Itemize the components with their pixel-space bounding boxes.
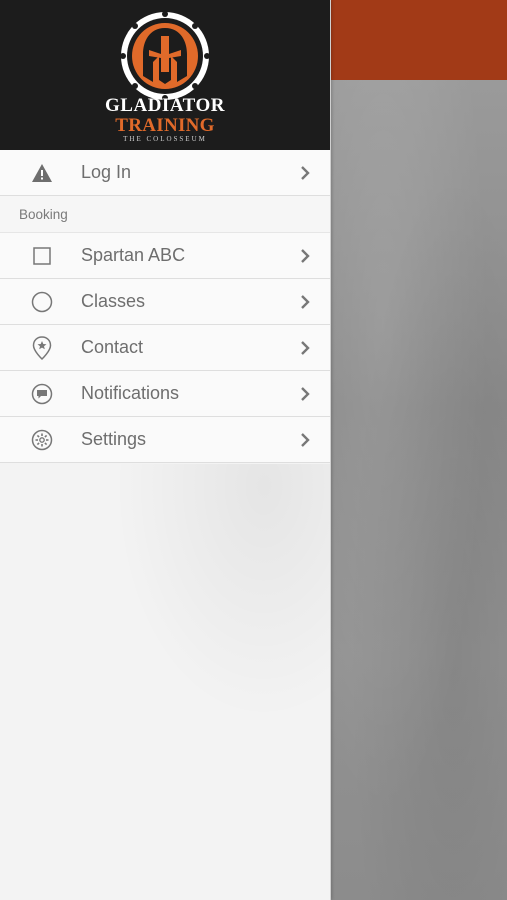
chevron-right-icon — [301, 248, 310, 263]
menu-item-contact[interactable]: Contact — [0, 325, 330, 371]
logo-header: GLADIATOR TRAINING THE COLOSSEUM — [0, 0, 330, 150]
background-app-content[interactable] — [330, 80, 507, 900]
chevron-right-icon — [301, 165, 310, 180]
chevron-right-icon — [301, 386, 310, 401]
gear-icon — [30, 428, 54, 452]
menu-item-notifications[interactable]: Notifications — [0, 371, 330, 417]
menu-item-label: Classes — [81, 291, 146, 311]
chevron-right-icon — [301, 340, 310, 355]
menu-item-login[interactable]: Log In — [0, 150, 330, 196]
drawer-empty-area — [0, 464, 330, 900]
menu-item-spartan-abc[interactable]: Spartan ABC — [0, 233, 330, 279]
circle-icon — [30, 290, 54, 314]
chevron-right-icon — [301, 432, 310, 447]
logo-title-training: TRAINING — [115, 115, 215, 136]
menu-item-label: Settings — [81, 429, 147, 449]
chevron-right-icon — [301, 294, 310, 309]
menu-item-label: Spartan ABC — [81, 245, 186, 265]
menu-item-classes[interactable]: Classes — [0, 279, 330, 325]
logo-subtitle: THE COLOSSEUM — [123, 135, 207, 143]
menu-item-label: Contact — [81, 337, 144, 357]
warning-icon — [30, 161, 54, 185]
menu-item-label: Log In — [81, 162, 132, 182]
location-pin-icon — [30, 335, 54, 360]
gladiator-helmet-logo-icon — [120, 11, 210, 101]
background-app-header — [330, 0, 507, 80]
square-icon — [30, 244, 54, 268]
menu-item-label: Notifications — [81, 383, 180, 403]
side-drawer: GLADIATOR TRAINING THE COLOSSEUM Log In … — [0, 0, 331, 900]
menu-item-settings[interactable]: Settings — [0, 417, 330, 463]
section-header-booking: Booking — [0, 196, 330, 233]
chat-bubble-icon — [30, 382, 54, 406]
logo-title-gladiator: GLADIATOR — [105, 95, 225, 116]
